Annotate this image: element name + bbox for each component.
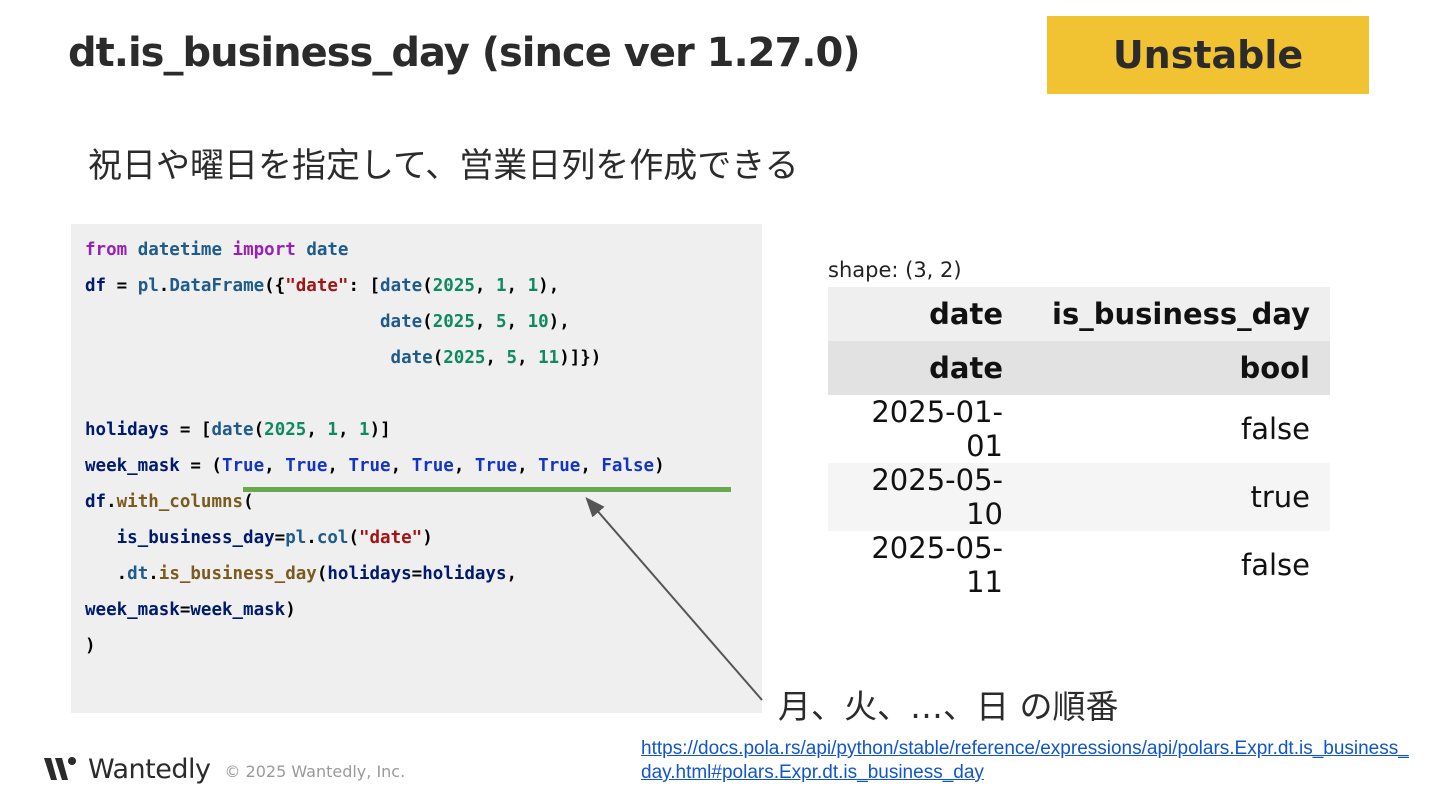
unstable-badge: Unstable <box>1047 16 1369 94</box>
column-dtype: date <box>828 341 1023 395</box>
dataframe-shape: shape: (3, 2) <box>828 258 962 282</box>
table-cell: false <box>1023 395 1330 463</box>
column-dtype: bool <box>1023 341 1330 395</box>
footer: Wantedly © 2025 Wantedly, Inc. <box>42 752 405 786</box>
wantedly-logo-icon <box>44 757 76 780</box>
slide-title: dt.is_business_day (since ver 1.27.0) <box>68 30 861 76</box>
table-row: 2025-01-01 false <box>828 395 1330 463</box>
docs-link[interactable]: https://docs.pola.rs/api/python/stable/r… <box>641 737 1411 785</box>
table-dtype-row: date bool <box>828 341 1330 395</box>
dataframe-output-table: date is_business_day date bool 2025-01-0… <box>828 287 1330 599</box>
column-header: is_business_day <box>1023 287 1330 341</box>
copyright: © 2025 Wantedly, Inc. <box>224 761 406 781</box>
code-text: from datetime import date df = pl.DataFr… <box>85 240 665 656</box>
week-mask-underline <box>243 487 731 492</box>
table-cell: 2025-01-01 <box>828 395 1023 463</box>
table-row: 2025-05-11 false <box>828 531 1330 599</box>
table-cell: 2025-05-11 <box>828 531 1023 599</box>
weekday-order-note: 月、火、…、日 の順番 <box>778 687 1119 726</box>
brand-name: Wantedly <box>88 753 211 785</box>
table-row: 2025-05-10 true <box>828 463 1330 531</box>
table-header-row: date is_business_day <box>828 287 1330 341</box>
table-cell: false <box>1023 531 1330 599</box>
column-header: date <box>828 287 1023 341</box>
table-cell: 2025-05-10 <box>828 463 1023 531</box>
table-cell: true <box>1023 463 1330 531</box>
slide-subtitle: 祝日や曜日を指定して、営業日列を作成できる <box>88 146 799 186</box>
code-block: from datetime import date df = pl.DataFr… <box>71 224 762 713</box>
